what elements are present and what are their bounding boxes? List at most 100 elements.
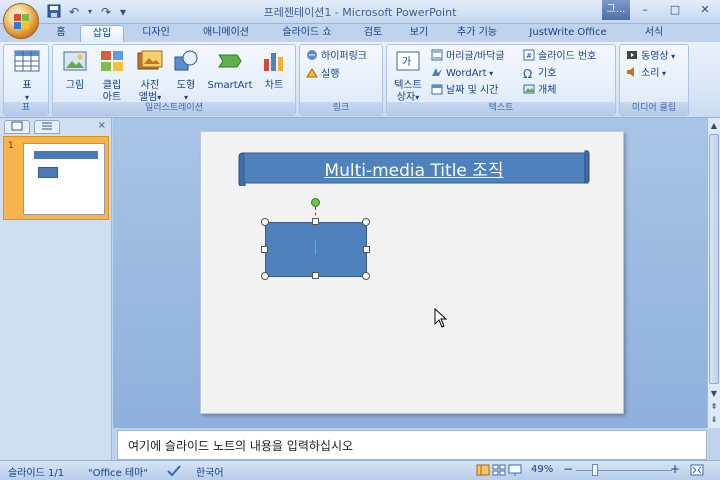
chart-label: 차트 — [264, 80, 284, 91]
normal-view-icon[interactable] — [476, 464, 490, 476]
notes-pane[interactable]: 여기에 슬라이드 노트의 내용을 입력하십시오 — [117, 430, 707, 460]
picture-icon — [63, 51, 87, 71]
action-button[interactable]: 실행 — [306, 67, 339, 83]
rectangle-shape[interactable] — [265, 222, 367, 277]
tab-justwrite[interactable]: JustWrite Office — [518, 25, 618, 42]
sound-button[interactable]: 소리 ▾ — [626, 66, 666, 82]
slide-number-icon: # — [523, 49, 535, 61]
zoom-slider[interactable] — [576, 470, 672, 471]
omega-icon: Ω — [523, 67, 533, 81]
slides-tab[interactable] — [4, 120, 30, 134]
resize-handle-bottom[interactable] — [312, 272, 319, 279]
slide-number-button[interactable]: # 슬라이드 번호 — [523, 49, 596, 65]
table-icon — [14, 50, 40, 72]
shapes-icon — [174, 50, 198, 71]
tab-insert[interactable]: 삽입 — [80, 25, 124, 42]
pane-tabs: × — [2, 120, 110, 134]
resize-handle-top-right[interactable] — [362, 218, 370, 226]
resize-handle-top[interactable] — [312, 218, 319, 225]
date-time-icon — [431, 84, 443, 95]
picture-button[interactable]: 그림 — [59, 49, 91, 92]
status-bar: 슬라이드 1/1 "Office 테마" 한국어 49% − + — [0, 460, 720, 480]
symbol-label: 기호 — [538, 68, 557, 79]
zoom-slider-knob[interactable] — [592, 464, 598, 476]
tab-home[interactable]: 홈 — [48, 25, 74, 42]
tab-animation[interactable]: 애니메이션 — [190, 25, 262, 42]
object-icon — [523, 84, 535, 94]
smartart-label: SmartArt — [207, 80, 253, 91]
group-text: 가 텍스트 상자▾ 머리글/바닥글 WordArt ▾ 날짜 및 시간 # 슬라이… — [386, 44, 616, 116]
resize-handle-left[interactable] — [261, 246, 268, 253]
tab-review[interactable]: 검토 — [354, 25, 392, 42]
smartart-icon — [218, 54, 242, 68]
theme-status[interactable]: "Office 테마" — [88, 464, 148, 479]
sound-icon — [627, 67, 634, 77]
slides-tab-icon — [11, 121, 23, 131]
spellcheck-icon[interactable] — [167, 465, 181, 477]
group-label-links: 링크 — [300, 102, 382, 115]
text-caret — [315, 240, 316, 254]
ribbon: 표 ▾ 표 그림 클립 아트 사진 앨범▾ 도형 ▾ SmartArt 차트 일… — [0, 42, 720, 118]
slide-sorter-view-icon[interactable] — [492, 464, 506, 476]
resize-handle-right[interactable] — [363, 246, 370, 253]
thumbnail-rect-shape — [38, 167, 58, 178]
minimize-button[interactable]: – — [630, 0, 660, 20]
photo-label-1: 사진 — [140, 80, 160, 91]
zoom-in-button[interactable]: + — [670, 462, 680, 476]
date-time-button[interactable]: 날짜 및 시간 — [431, 83, 498, 99]
title-bar: ↶ ▾ ↷ ▾ 프레젠테이션1 - Microsoft PowerPoint 그… — [0, 0, 720, 24]
tab-addins[interactable]: 추가 기능 — [446, 25, 508, 42]
resize-handle-bottom-right[interactable] — [362, 272, 370, 280]
clipart-label-1: 클립 — [102, 80, 122, 91]
zoom-level[interactable]: 49% — [531, 464, 553, 475]
scroll-down-arrow-icon[interactable]: ▼ — [708, 388, 720, 400]
office-button[interactable] — [3, 3, 39, 39]
resize-handle-top-left[interactable] — [261, 218, 269, 226]
hyperlink-button[interactable]: 하이퍼링크 — [306, 49, 367, 65]
maximize-button[interactable]: □ — [660, 0, 690, 20]
object-button[interactable]: 개체 — [523, 83, 556, 99]
slide-canvas[interactable]: Multi-media Title 조직 — [200, 131, 624, 414]
slide-thumbnail-selected[interactable]: 1 — [3, 136, 109, 220]
textbox-button[interactable]: 가 텍스트 상자▾ — [391, 49, 425, 104]
action-label: 실행 — [321, 69, 340, 80]
picture-label: 그림 — [65, 80, 85, 91]
header-footer-label: 머리글/바닥글 — [446, 51, 505, 62]
photo-album-icon — [137, 50, 163, 70]
tab-format[interactable]: 서식 — [636, 25, 672, 42]
clipart-button[interactable]: 클립 아트 — [97, 49, 127, 104]
wordart-button[interactable]: WordArt ▾ — [431, 66, 493, 82]
vertical-scrollbar[interactable]: ▲ ▼ ⇞ ⇟ — [707, 118, 720, 428]
wordart-label: WordArt — [446, 68, 487, 79]
close-button[interactable]: ✕ — [690, 0, 720, 20]
shapes-button[interactable]: 도형 ▾ — [171, 49, 201, 104]
smartart-button[interactable]: SmartArt — [205, 49, 255, 92]
chart-button[interactable]: 차트 — [257, 49, 291, 92]
outline-tab[interactable] — [34, 120, 60, 134]
rotation-handle[interactable] — [311, 198, 320, 207]
header-footer-button[interactable]: 머리글/바닥글 — [431, 49, 505, 65]
scrollbar-thumb[interactable] — [709, 134, 719, 384]
selected-rectangle-shape[interactable] — [261, 198, 370, 280]
thumbnail-title-shape — [34, 151, 98, 159]
photo-album-button[interactable]: 사진 앨범▾ — [133, 49, 167, 104]
tab-view[interactable]: 보기 — [400, 25, 438, 42]
language-status[interactable]: 한국어 — [196, 464, 224, 479]
slide-title[interactable]: Multi-media Title 조직 — [237, 156, 591, 181]
previous-slide-icon[interactable]: ⇞ — [708, 401, 720, 413]
notes-placeholder[interactable]: 여기에 슬라이드 노트의 내용을 입력하십시오 — [128, 437, 353, 454]
resize-handle-bottom-left[interactable] — [261, 272, 269, 280]
table-button[interactable]: 표 ▾ — [12, 49, 42, 104]
next-slide-icon[interactable]: ⇟ — [708, 414, 720, 426]
tab-design[interactable]: 디자인 — [130, 25, 182, 42]
movie-button[interactable]: 동영상 ▾ — [626, 49, 675, 65]
slideshow-view-icon[interactable] — [508, 464, 522, 476]
pane-close-button[interactable]: × — [98, 120, 106, 131]
symbol-button[interactable]: Ω 기호 — [523, 66, 556, 82]
mouse-pointer-icon — [434, 308, 448, 328]
tab-slideshow[interactable]: 슬라이드 쇼 — [270, 25, 344, 42]
slide-thumbnail[interactable] — [23, 143, 105, 215]
scroll-up-arrow-icon[interactable]: ▲ — [708, 120, 720, 132]
zoom-out-button[interactable]: − — [563, 462, 573, 476]
fit-to-window-icon[interactable] — [690, 464, 704, 476]
